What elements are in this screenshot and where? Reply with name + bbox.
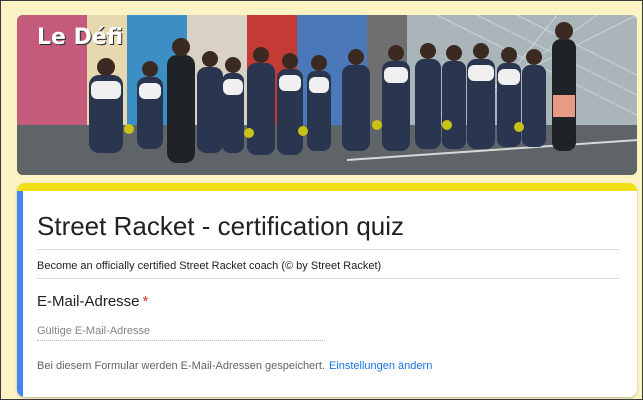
form-title: Street Racket - certification quiz	[37, 211, 405, 241]
card-left-accent	[17, 191, 23, 397]
divider	[37, 278, 619, 279]
email-label-text: E-Mail-Adresse	[37, 293, 140, 310]
form-description: Become an officially certified Street Ra…	[37, 260, 382, 272]
header-image: Le Défi	[17, 15, 637, 175]
form-header-card: Street Racket - certification quiz Becom…	[17, 183, 637, 397]
email-input[interactable]	[37, 321, 325, 341]
email-collection-notice: Bei diesem Formular werden E-Mail-Adress…	[37, 360, 432, 372]
change-settings-link[interactable]: Einstellungen ändern	[329, 360, 432, 372]
header-wall-text: Le Défi	[37, 25, 124, 50]
email-field-label: E-Mail-Adresse *	[37, 293, 148, 310]
required-marker: *	[142, 293, 149, 310]
card-top-accent	[17, 183, 637, 191]
divider	[37, 249, 619, 250]
page-frame: Le Défi Street Racket - certification qu…	[0, 0, 643, 400]
notice-text: Bei diesem Formular werden E-Mail-Adress…	[37, 360, 325, 372]
